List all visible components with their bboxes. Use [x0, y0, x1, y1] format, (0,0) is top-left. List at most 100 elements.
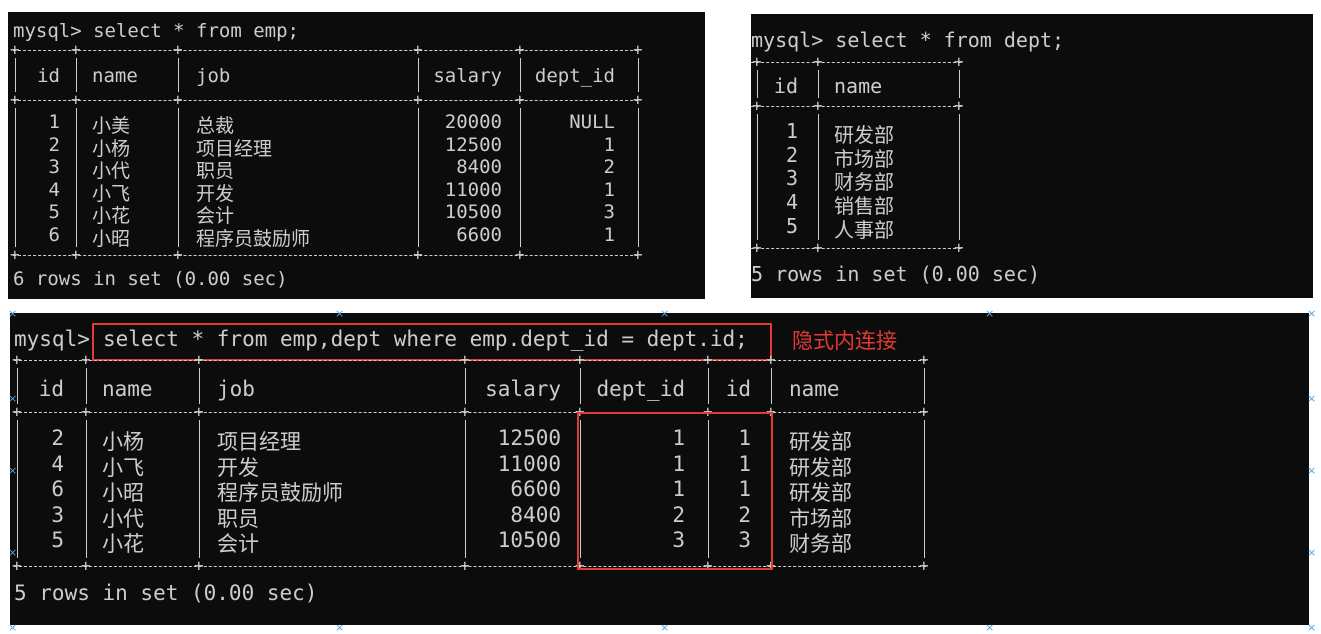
table-corner: +	[71, 245, 81, 264]
table-corner: +	[460, 350, 470, 369]
table-border-line	[751, 248, 961, 249]
dept-command: mysql> select * from dept;	[751, 28, 1065, 52]
resize-handle-icon: ×	[660, 621, 670, 634]
dept-query-terminal: mysql> select * from dept; + + + + + + + + + id na…	[751, 14, 1313, 298]
column-header: job	[196, 65, 231, 87]
table-corner: +	[633, 40, 643, 59]
resize-handle-icon: ×	[8, 392, 18, 405]
table-corner: +	[194, 556, 204, 575]
table-cell: 5	[48, 201, 60, 224]
table-corner: +	[413, 245, 423, 264]
dept-footer: 5 rows in set (0.00 sec)	[751, 262, 1040, 286]
table-cell: 3	[48, 156, 60, 179]
resize-handle-icon: ×	[1307, 546, 1317, 559]
column-separator	[771, 368, 772, 404]
column-separator	[86, 368, 87, 404]
table-corner: +	[954, 238, 964, 257]
column-separator	[17, 420, 18, 558]
resize-handle-icon: ×	[8, 546, 18, 559]
column-separator	[757, 70, 758, 98]
table-cell: 1	[785, 119, 798, 143]
table-corner: +	[575, 350, 585, 369]
column-separator	[199, 368, 200, 404]
table-border-line	[751, 62, 961, 63]
resize-handle-icon: ×	[1307, 621, 1317, 634]
resize-handle-icon: ×	[335, 621, 345, 634]
table-corner: +	[919, 402, 929, 421]
column-separator	[178, 108, 179, 247]
column-separator	[757, 114, 758, 240]
table-corner: +	[633, 90, 643, 109]
column-separator	[708, 368, 709, 404]
join-query-terminal: mysql> select * from emp,dept where emp.…	[10, 313, 1309, 625]
table-corner: +	[766, 350, 776, 369]
table-corner: +	[813, 238, 823, 257]
table-cell: 20000	[444, 111, 502, 133]
column-separator	[520, 58, 521, 92]
table-cell: 8400	[510, 502, 561, 527]
column-header: id	[38, 377, 64, 401]
column-separator	[465, 368, 466, 404]
table-border-line	[13, 100, 638, 101]
table-cell: 2	[48, 133, 60, 156]
table-cell: NULL	[569, 111, 615, 133]
table-corner: +	[173, 90, 183, 109]
table-cell: 1	[603, 133, 615, 156]
column-header: dept_id	[534, 65, 615, 87]
join-key-highlight-box	[577, 412, 773, 570]
resize-handle-icon: ×	[1307, 307, 1317, 320]
table-cell: 会计	[217, 532, 259, 556]
table-cell: 6600	[510, 477, 561, 501]
column-separator	[638, 108, 639, 247]
table-cell: 12500	[497, 426, 561, 450]
table-cell: 10500	[444, 201, 502, 224]
table-cell: 财务部	[789, 532, 852, 556]
column-header: name	[789, 377, 840, 401]
column-header: id	[37, 65, 60, 87]
table-cell: 程序员鼓励师	[196, 228, 311, 250]
resize-handle-icon: ×	[1307, 392, 1317, 405]
column-separator	[199, 420, 200, 558]
table-corner: +	[752, 238, 762, 257]
column-separator	[959, 70, 960, 98]
table-cell: 6	[48, 224, 60, 246]
column-separator	[580, 368, 581, 404]
column-separator	[86, 420, 87, 558]
column-separator	[15, 108, 16, 247]
column-separator	[76, 108, 77, 247]
column-separator	[924, 368, 925, 404]
column-header: salary	[433, 65, 502, 87]
column-separator	[178, 58, 179, 92]
column-header: name	[834, 74, 883, 98]
table-cell: 1	[603, 224, 615, 246]
table-corner: +	[173, 40, 183, 59]
table-corner: +	[752, 52, 762, 71]
table-corner: +	[813, 52, 823, 71]
table-cell: 小昭	[92, 228, 131, 250]
table-corner: +	[81, 402, 91, 421]
column-header: id	[725, 377, 751, 401]
table-border-line	[14, 360, 926, 361]
implicit-inner-join-annotation: 隐式内连接	[792, 329, 897, 353]
table-cell: 1	[48, 111, 60, 133]
table-corner: +	[12, 350, 22, 369]
table-cell: 6	[51, 477, 64, 501]
table-border-line	[14, 412, 926, 413]
table-corner: +	[81, 556, 91, 575]
table-corner: +	[752, 96, 762, 115]
column-separator	[924, 420, 925, 558]
resize-handle-icon: ×	[8, 307, 18, 320]
table-corner: +	[10, 40, 20, 59]
table-corner: +	[194, 350, 204, 369]
column-separator	[959, 114, 960, 240]
table-cell: 小花	[102, 532, 144, 556]
join-footer: 5 rows in set (0.00 sec)	[14, 581, 318, 605]
table-border-line	[13, 50, 638, 51]
table-corner: +	[413, 90, 423, 109]
column-separator	[15, 58, 16, 92]
column-header: name	[92, 65, 138, 87]
resize-handle-icon: ×	[8, 464, 18, 477]
column-separator	[418, 58, 419, 92]
table-corner: +	[515, 40, 525, 59]
table-corner: +	[813, 96, 823, 115]
